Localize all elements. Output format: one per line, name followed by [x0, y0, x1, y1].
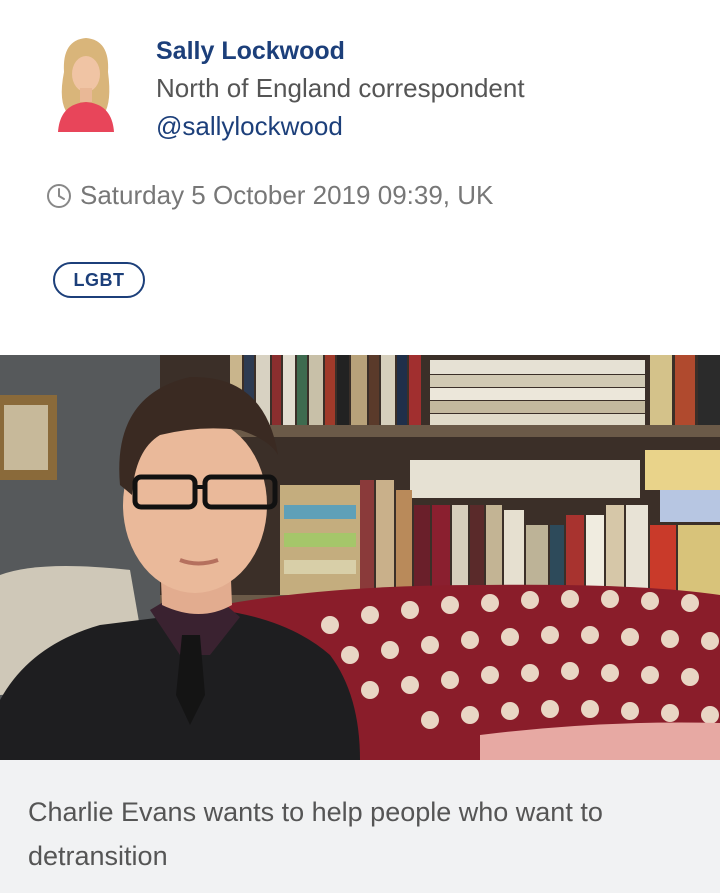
timestamp-text: Saturday 5 October 2019 09:39, UK: [80, 180, 494, 210]
clock-icon: [47, 183, 71, 208]
author-block: Sally Lockwood North of England correspo…: [52, 32, 525, 144]
author-details: Sally Lockwood North of England correspo…: [156, 32, 525, 144]
publish-timestamp: Saturday 5 October 2019 09:39, UK: [46, 180, 493, 211]
author-twitter-link[interactable]: @sallylockwood: [156, 108, 525, 144]
topic-tag-lgbt[interactable]: LGBT: [53, 262, 145, 298]
hero-image: [0, 355, 720, 760]
author-avatar[interactable]: [52, 32, 120, 132]
author-role: North of England correspondent: [156, 73, 525, 103]
article-header: Sally Lockwood North of England correspo…: [0, 0, 720, 893]
image-caption: Charlie Evans wants to help people who w…: [0, 760, 720, 893]
author-name-link[interactable]: Sally Lockwood: [156, 34, 525, 68]
